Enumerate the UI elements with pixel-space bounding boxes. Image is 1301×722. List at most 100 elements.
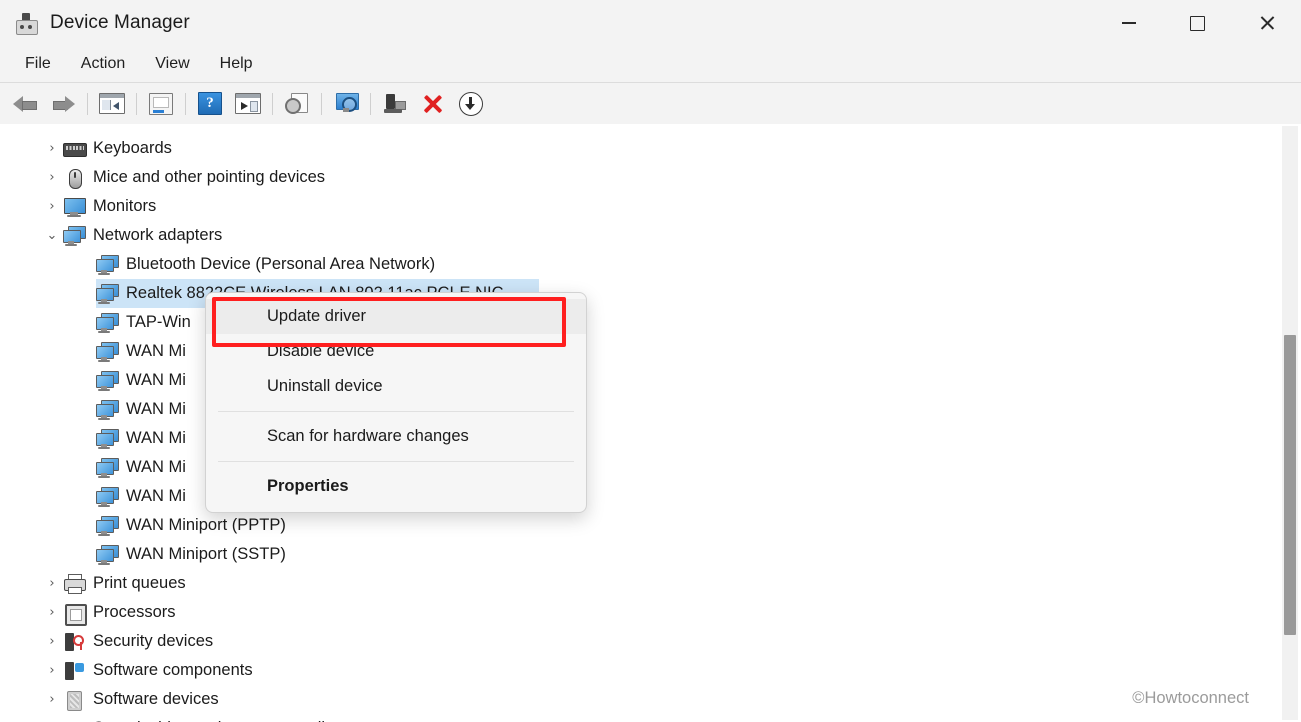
- context-menu-item-label: Update driver: [267, 307, 367, 325]
- keyboard-icon: [63, 139, 87, 159]
- toolbar: ?: [0, 83, 1301, 125]
- network-adapter-icon: [96, 399, 119, 420]
- context-menu-item-label: Scan for hardware changes: [267, 427, 469, 445]
- chevron-down-icon[interactable]: ⌄: [41, 228, 63, 243]
- sound-device-icon: [63, 719, 85, 722]
- uninstall-device-button[interactable]: [376, 87, 414, 121]
- menu-help[interactable]: Help: [209, 51, 264, 77]
- network-adapter-icon: [96, 515, 119, 536]
- toolbar-separator: [321, 92, 322, 115]
- window-controls: [1094, 0, 1301, 46]
- tree-node-wan-miniport[interactable]: WAN Mi: [0, 482, 1255, 511]
- tree-node-realtek-wireless-lan[interactable]: Realtek 8822CE Wireless LAN 802.11ac PCI…: [0, 279, 1255, 308]
- network-adapter-icon: [96, 457, 119, 478]
- tree-node-label: WAN Mi: [126, 487, 186, 505]
- tree-node-label: WAN Miniport (SSTP): [126, 545, 286, 563]
- minimize-button[interactable]: [1094, 0, 1163, 46]
- show-hide-action-pane-icon: [235, 93, 261, 114]
- forward-button[interactable]: [44, 87, 82, 121]
- scan-for-hardware-changes-icon: [334, 93, 359, 114]
- chevron-right-icon[interactable]: ›: [41, 692, 63, 707]
- tree-node-sound-video-game-controllers[interactable]: › Sound, video and game controllers: [0, 714, 1255, 722]
- tree-node-wan-miniport-sstp[interactable]: WAN Miniport (SSTP): [0, 540, 1255, 569]
- context-menu-separator: [218, 411, 574, 412]
- context-menu-item-properties[interactable]: Properties: [206, 469, 586, 504]
- tree-node-wan-miniport[interactable]: WAN Mi: [0, 395, 1255, 424]
- network-adapter-icon: [96, 370, 119, 391]
- back-button[interactable]: [6, 87, 44, 121]
- tree-node-mice[interactable]: › Mice and other pointing devices: [0, 163, 1255, 192]
- context-menu-item-disable-device[interactable]: Disable device: [206, 334, 586, 369]
- monitor-icon: [63, 197, 86, 217]
- tree-node-keyboards[interactable]: › Keyboards: [0, 134, 1255, 163]
- tree-node-label: Processors: [93, 603, 176, 621]
- chevron-right-icon[interactable]: ›: [41, 634, 63, 649]
- help-button[interactable]: ?: [191, 87, 229, 121]
- menu-view[interactable]: View: [144, 51, 200, 77]
- close-button[interactable]: [1232, 0, 1301, 46]
- tree-node-wan-miniport[interactable]: WAN Mi: [0, 453, 1255, 482]
- forward-arrow-icon: [50, 94, 76, 114]
- software-component-icon: [63, 661, 85, 681]
- tree-node-software-components[interactable]: › Software components: [0, 656, 1255, 685]
- tree-node-software-devices[interactable]: › Software devices: [0, 685, 1255, 714]
- chevron-right-icon[interactable]: ›: [41, 576, 63, 591]
- chevron-right-icon[interactable]: ›: [41, 141, 63, 156]
- chevron-right-icon[interactable]: ›: [41, 199, 63, 214]
- tree-node-processors[interactable]: › Processors: [0, 598, 1255, 627]
- tree-node-print-queues[interactable]: › Print queues: [0, 569, 1255, 598]
- maximize-button[interactable]: [1163, 0, 1232, 46]
- network-adapter-icon: [96, 428, 119, 449]
- watermark: ©Howtoconnect: [1132, 689, 1249, 707]
- scrollbar-thumb[interactable]: [1284, 335, 1296, 635]
- mouse-icon: [63, 168, 85, 189]
- close-icon: [1259, 15, 1275, 31]
- tree-node-network-adapters[interactable]: ⌄ Network adapters: [0, 221, 1255, 250]
- tree-node-wan-miniport-pptp[interactable]: WAN Miniport (PPTP): [0, 511, 1255, 540]
- update-driver-button[interactable]: [278, 87, 316, 121]
- context-menu-separator: [218, 461, 574, 462]
- context-menu-item-uninstall-device[interactable]: Uninstall device: [206, 369, 586, 404]
- chevron-right-icon[interactable]: ›: [41, 663, 63, 678]
- tree-node-label: WAN Mi: [126, 342, 186, 360]
- toolbar-separator: [370, 92, 371, 115]
- menu-action[interactable]: Action: [70, 51, 136, 77]
- update-driver-icon: [285, 93, 309, 114]
- chevron-right-icon[interactable]: ›: [41, 170, 63, 185]
- context-menu-item-scan-for-hardware-changes[interactable]: Scan for hardware changes: [206, 419, 586, 454]
- tree-node-label: Print queues: [93, 574, 186, 592]
- device-tree-panel: › Keyboards › Mice and other pointing de…: [0, 124, 1301, 722]
- properties-button[interactable]: [142, 87, 180, 121]
- properties-icon: [149, 92, 173, 115]
- tree-node-bluetooth-device[interactable]: Bluetooth Device (Personal Area Network): [0, 250, 1255, 279]
- disable-device-button[interactable]: [414, 87, 452, 121]
- tree-node-label: Keyboards: [93, 139, 172, 157]
- vertical-scrollbar[interactable]: [1282, 126, 1298, 720]
- tree-node-label: Bluetooth Device (Personal Area Network): [126, 255, 436, 273]
- tree-node-tap-win[interactable]: TAP-Win: [0, 308, 1255, 337]
- chevron-right-icon[interactable]: ›: [41, 605, 63, 620]
- tree-node-monitors[interactable]: › Monitors: [0, 192, 1255, 221]
- show-hide-console-tree-icon: [99, 93, 125, 114]
- menu-bar: File Action View Help: [0, 46, 1301, 83]
- tree-node-label: Network adapters: [93, 226, 223, 244]
- tree-node-wan-miniport[interactable]: WAN Mi: [0, 337, 1255, 366]
- tree-node-wan-miniport[interactable]: WAN Mi: [0, 424, 1255, 453]
- context-menu-item-update-driver[interactable]: Update driver: [206, 299, 586, 334]
- tree-node-wan-miniport[interactable]: WAN Mi: [0, 366, 1255, 395]
- window-title: Device Manager: [50, 12, 190, 33]
- show-hide-action-pane-button[interactable]: [229, 87, 267, 121]
- uninstall-device-icon: [384, 93, 406, 114]
- scan-for-hardware-changes-button[interactable]: [327, 87, 365, 121]
- enable-device-button[interactable]: [452, 87, 490, 121]
- show-hide-console-tree-button[interactable]: [93, 87, 131, 121]
- network-adapter-icon: [96, 544, 119, 565]
- maximize-icon: [1190, 15, 1205, 31]
- tree-node-security-devices[interactable]: › Security devices: [0, 627, 1255, 656]
- toolbar-separator: [136, 92, 137, 115]
- menu-file[interactable]: File: [14, 51, 62, 77]
- back-arrow-icon: [12, 94, 38, 114]
- tree-node-label: TAP-Win: [126, 313, 191, 331]
- context-menu-item-label: Properties: [267, 477, 349, 495]
- network-adapter-icon: [63, 225, 86, 246]
